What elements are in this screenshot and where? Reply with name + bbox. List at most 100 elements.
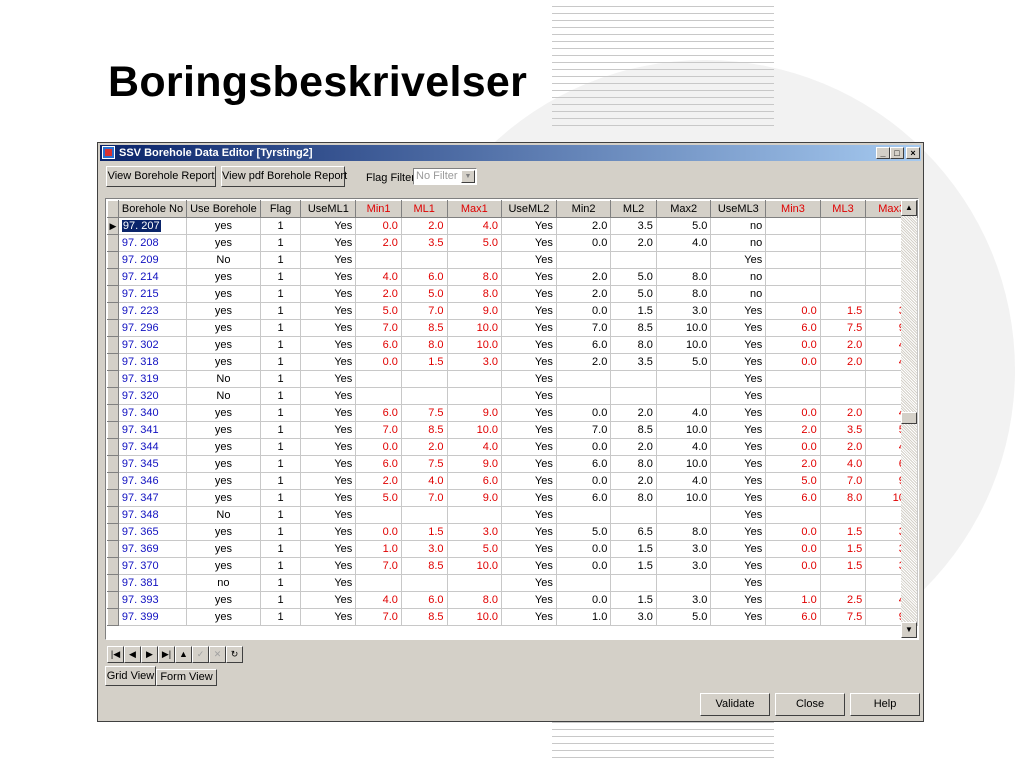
table-cell[interactable]: yes [186, 285, 261, 303]
table-cell[interactable]: Yes [710, 404, 767, 422]
table-cell[interactable]: 3.5 [610, 217, 657, 235]
table-cell[interactable]: 97. 207 [117, 217, 188, 235]
table-cell[interactable]: 9.0 [446, 404, 503, 422]
table-cell[interactable]: 5.0 [610, 285, 657, 303]
table-row[interactable]: 97. 319 No 1 Yes Yes Yes [107, 370, 918, 388]
column-header[interactable]: ML2 [610, 200, 657, 218]
table-cell[interactable]: Yes [300, 540, 357, 558]
table-cell[interactable]: Yes [501, 421, 557, 439]
table-cell[interactable]: 4.0 [355, 268, 402, 286]
table-cell[interactable]: 4.0 [819, 455, 867, 473]
table-cell[interactable]: 97. 393 [117, 591, 188, 609]
table-row[interactable]: 97. 399 yes 1 Yes 7.0 8.5 10.0 Yes 1.0 3.0 5.0 Yes 6… [107, 608, 918, 626]
table-cell[interactable]: 9.0 [446, 489, 503, 507]
table-cell[interactable] [610, 574, 657, 592]
table-cell[interactable] [555, 574, 612, 592]
table-cell[interactable]: yes [186, 302, 261, 320]
table-cell[interactable]: Yes [300, 251, 357, 269]
table-cell[interactable]: 5.0 [655, 217, 712, 235]
table-cell[interactable]: 10.0 [655, 455, 712, 473]
table-cell[interactable]: Yes [710, 591, 767, 609]
table-cell[interactable]: 0.0 [555, 234, 612, 252]
table-cell[interactable]: 1.0 [765, 591, 821, 609]
table-cell[interactable] [555, 387, 612, 405]
table-cell[interactable]: 5.0 [610, 268, 657, 286]
table-cell[interactable]: 1 [259, 336, 302, 354]
table-cell[interactable]: 4.0 [446, 217, 503, 235]
table-cell[interactable]: 0.0 [355, 217, 402, 235]
table-cell[interactable]: 0.0 [355, 438, 402, 456]
table-cell[interactable] [400, 370, 448, 388]
table-cell[interactable]: 8.5 [400, 319, 448, 337]
table-cell[interactable] [555, 370, 612, 388]
cancel-edit-icon[interactable]: ✕ [209, 646, 226, 663]
table-cell[interactable]: yes [186, 489, 261, 507]
window-titlebar[interactable]: SSV Borehole Data Editor [Tyrsting2] _ □… [100, 145, 921, 161]
table-cell[interactable] [446, 387, 503, 405]
column-header[interactable]: ML3 [819, 200, 867, 218]
table-cell[interactable]: 6.0 [355, 336, 402, 354]
table-cell[interactable] [555, 251, 612, 269]
table-cell[interactable]: 8.0 [610, 336, 657, 354]
table-cell[interactable]: 97. 344 [117, 438, 188, 456]
table-cell[interactable]: 1 [259, 489, 302, 507]
table-cell[interactable]: 9.0 [446, 455, 503, 473]
table-cell[interactable] [446, 370, 503, 388]
table-cell[interactable]: 2.0 [819, 336, 867, 354]
table-cell[interactable]: 97. 381 [117, 574, 188, 592]
table-cell[interactable]: 1 [259, 591, 302, 609]
table-cell[interactable]: 1 [259, 438, 302, 456]
row-indicator[interactable] [107, 353, 119, 371]
column-header[interactable]: UseML3 [710, 200, 767, 218]
table-cell[interactable]: yes [186, 234, 261, 252]
table-cell[interactable]: 7.0 [355, 319, 402, 337]
table-cell[interactable]: 0.0 [765, 523, 821, 541]
table-cell[interactable]: No [186, 387, 261, 405]
table-cell[interactable]: yes [186, 608, 261, 626]
row-indicator[interactable] [107, 455, 119, 473]
table-cell[interactable]: 4.0 [655, 472, 712, 490]
table-cell[interactable]: yes [186, 353, 261, 371]
table-cell[interactable]: 4.0 [655, 404, 712, 422]
row-indicator[interactable] [107, 506, 119, 524]
close-window-button[interactable]: × [906, 147, 920, 159]
table-cell[interactable]: 97. 302 [117, 336, 188, 354]
table-cell[interactable]: 7.0 [355, 557, 402, 575]
row-indicator[interactable] [107, 285, 119, 303]
table-cell[interactable] [655, 370, 712, 388]
column-header[interactable]: Max1 [446, 200, 503, 218]
table-cell[interactable]: 7.0 [555, 421, 612, 439]
table-cell[interactable]: 97. 223 [117, 302, 188, 320]
column-header[interactable]: Min1 [355, 200, 402, 218]
table-cell[interactable] [355, 387, 402, 405]
table-cell[interactable]: Yes [501, 455, 557, 473]
table-cell[interactable]: Yes [501, 574, 557, 592]
table-cell[interactable] [765, 285, 821, 303]
table-cell[interactable]: Yes [710, 540, 767, 558]
table-cell[interactable]: 5.0 [355, 302, 402, 320]
table-cell[interactable]: Yes [501, 472, 557, 490]
table-row[interactable]: 97. 340 yes 1 Yes 6.0 7.5 9.0 Yes 0.0 2.0 4.0 Yes 0.… [107, 404, 918, 422]
table-cell[interactable]: 5.0 [765, 472, 821, 490]
table-cell[interactable]: 97. 365 [117, 523, 188, 541]
table-cell[interactable]: 2.0 [555, 353, 612, 371]
table-cell[interactable]: 1 [259, 387, 302, 405]
table-cell[interactable]: 7.0 [355, 608, 402, 626]
table-cell[interactable]: 5.0 [655, 353, 712, 371]
table-cell[interactable]: Yes [300, 404, 357, 422]
table-cell[interactable]: Yes [710, 421, 767, 439]
table-cell[interactable]: 4.0 [655, 438, 712, 456]
table-cell[interactable]: 2.0 [765, 455, 821, 473]
table-cell[interactable]: 0.0 [765, 353, 821, 371]
table-cell[interactable]: Yes [501, 251, 557, 269]
table-cell[interactable]: 1.5 [610, 591, 657, 609]
table-cell[interactable] [765, 268, 821, 286]
table-cell[interactable]: 6.0 [765, 319, 821, 337]
table-cell[interactable]: 6.0 [355, 404, 402, 422]
table-cell[interactable]: Yes [710, 472, 767, 490]
table-cell[interactable]: 4.0 [400, 472, 448, 490]
table-row[interactable]: 97. 320 No 1 Yes Yes Yes [107, 387, 918, 405]
table-cell[interactable]: 0.0 [765, 336, 821, 354]
tab-form-view[interactable]: Form View [156, 669, 217, 686]
row-indicator[interactable]: ▶ [107, 217, 119, 235]
